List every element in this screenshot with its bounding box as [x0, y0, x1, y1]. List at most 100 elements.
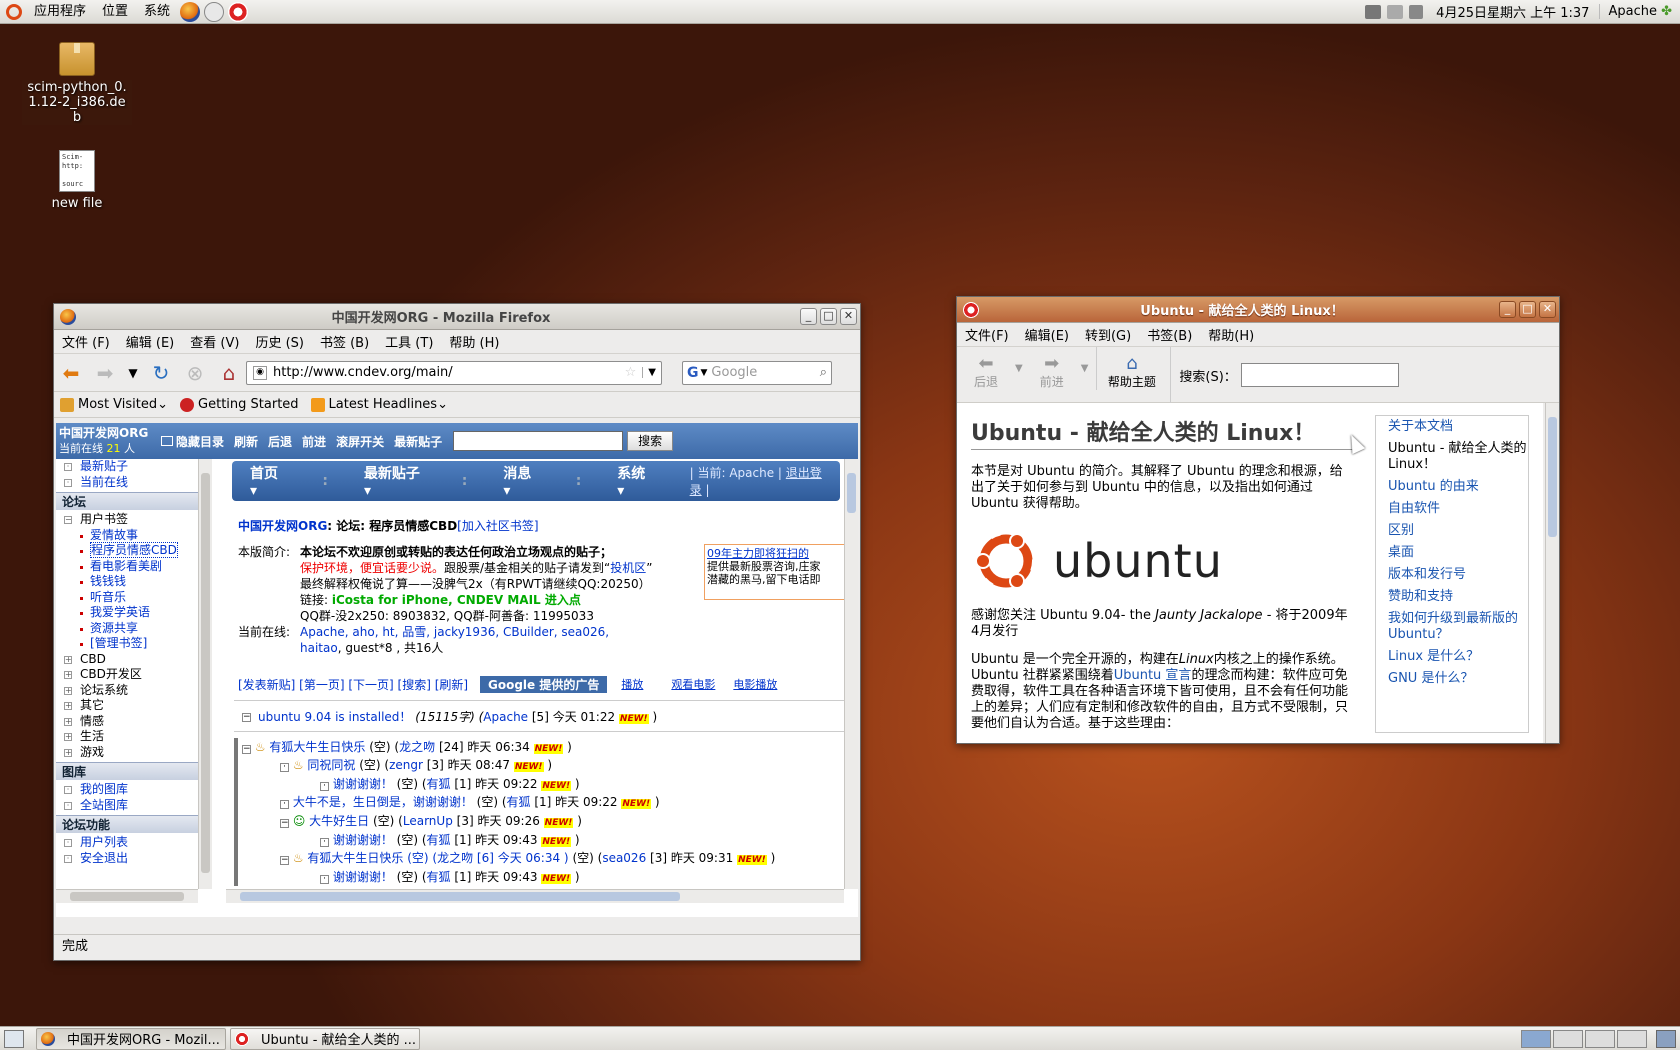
thread-author[interactable]: 有狐: [427, 777, 451, 791]
yelp-titlebar[interactable]: Ubuntu - 献给全人类的 Linux！ _ □ ✕: [957, 297, 1559, 323]
thread-title[interactable]: 有狐大牛生日快乐 (空) (龙之吻 [6] 今天 06:34 ): [307, 851, 568, 865]
toc-item[interactable]: 桌面: [1376, 542, 1528, 564]
collapse-icon[interactable]: ·: [280, 763, 289, 773]
left-nav-scrollbar[interactable]: [198, 459, 212, 889]
nav-forum-item[interactable]: + 其它: [56, 698, 198, 714]
url-dropdown-icon[interactable]: ▼: [642, 367, 661, 378]
printer-icon[interactable]: [1387, 4, 1404, 19]
nav-forum-item[interactable]: + 论坛系统: [56, 683, 198, 699]
maximize-button[interactable]: □: [1519, 301, 1536, 318]
bookmark-most-visited[interactable]: Most Visited ⌄: [54, 397, 174, 412]
reload-icon[interactable]: ↻: [149, 361, 173, 385]
forward-dropdown-icon[interactable]: ▼: [1081, 347, 1089, 374]
google-engine-icon[interactable]: G: [683, 365, 701, 381]
toc-item[interactable]: GNU 是什么？: [1376, 668, 1528, 690]
collapse-icon[interactable]: −: [64, 516, 72, 524]
collapse-icon[interactable]: −: [242, 713, 251, 722]
workspace-4[interactable]: [1617, 1029, 1647, 1048]
thread-row[interactable]: · 谢谢谢谢！ (空) (有狐 [1] 昨天 09:22 NEW! ): [242, 775, 848, 794]
online-users[interactable]: Apache, aho, ht, 品雪, jacky1936, CBuilder…: [300, 625, 609, 639]
main-frame-hscrollbar[interactable]: [226, 889, 844, 903]
scroll-toggle-link[interactable]: 滚屏开关: [331, 433, 389, 450]
thread-title[interactable]: 大牛好生日: [309, 814, 369, 828]
nav-logout[interactable]: · 安全退出: [56, 851, 198, 867]
firefox-titlebar[interactable]: 中国开发网ORG - Mozilla Firefox _ □ ✕: [54, 304, 860, 330]
scroll-thumb[interactable]: [201, 473, 210, 873]
expand-icon[interactable]: +: [64, 702, 72, 710]
thread-author[interactable]: 有狐: [507, 795, 531, 809]
hide-toc-button[interactable]: 隐藏目录: [156, 433, 229, 450]
clock[interactable]: 4月25日星期六 上午 1:37: [1426, 2, 1599, 21]
nav-bookmark-item[interactable]: 程序员情感CBD: [56, 542, 198, 559]
url-text[interactable]: http://www.cndev.org/main/: [273, 365, 619, 380]
main-frame-scrollbar[interactable]: [844, 459, 858, 889]
thread-row[interactable]: − ubuntu 9.04 is installed！ (15115字) (Apa…: [242, 708, 848, 727]
nav-bookmark-item[interactable]: 资源共享: [56, 621, 198, 637]
nav-forum-item[interactable]: + 生活: [56, 729, 198, 745]
menu-file[interactable]: 文件(F): [957, 325, 1017, 344]
intro-links[interactable]: iCosta for iPhone, CNDEV MAIL 进入点: [332, 593, 581, 607]
desktop-icon-deb[interactable]: scim-python_0.1.12-2_i386.deb: [22, 42, 132, 125]
ad-link[interactable]: 观看电影: [671, 676, 715, 692]
thread-row[interactable]: · 大牛不是，生日倒是，谢谢谢谢！ (空) (有狐 [1] 昨天 09:22 N…: [242, 793, 848, 812]
thread-row[interactable]: − ♨ 有狐大牛生日快乐 (空) (龙之吻 [24] 昨天 06:34 NEW!…: [242, 738, 848, 757]
history-dropdown-icon[interactable]: ▼: [127, 361, 139, 385]
engine-dropdown-icon[interactable]: ▼: [701, 368, 712, 378]
places-menu[interactable]: 位置: [94, 0, 136, 24]
online-users-2[interactable]: haitao: [300, 641, 338, 655]
minimize-button[interactable]: _: [1499, 301, 1516, 318]
expand-icon[interactable]: +: [64, 671, 72, 679]
help-icon[interactable]: [963, 301, 979, 318]
nav-bookmark-item[interactable]: 钱钱钱: [56, 574, 198, 590]
tab-latest[interactable]: 最新贴子 ▾: [346, 463, 444, 499]
ad-link[interactable]: 电影播放: [733, 676, 777, 692]
taskbar-item-firefox[interactable]: 中国开发网ORG - Mozil...: [36, 1027, 226, 1050]
nav-forum-item[interactable]: + 情感: [56, 714, 198, 730]
menu-go[interactable]: 转到(G): [1077, 325, 1139, 344]
maximize-button[interactable]: □: [820, 308, 837, 325]
scroll-thumb[interactable]: [1548, 417, 1557, 537]
menu-bookmarks[interactable]: 书签(B): [1139, 325, 1200, 344]
help-scrollbar[interactable]: [1545, 403, 1559, 743]
manifesto-link[interactable]: Ubuntu 宣言: [1114, 668, 1192, 683]
toc-item[interactable]: 关于本文档: [1376, 416, 1528, 438]
back-link[interactable]: 后退: [263, 433, 297, 450]
nav-online[interactable]: · 当前在线: [56, 475, 198, 491]
forward-link[interactable]: 前进: [297, 433, 331, 450]
user-switcher[interactable]: Apache ✤: [1599, 4, 1680, 19]
workspace-2[interactable]: [1553, 1029, 1583, 1048]
url-bar[interactable]: ◉ http://www.cndev.org/main/ ☆ ▼: [246, 360, 662, 385]
thread-title[interactable]: 谢谢谢谢！: [333, 833, 393, 847]
workspace-1[interactable]: [1521, 1029, 1551, 1048]
toc-item[interactable]: 赞助和支持: [1376, 586, 1528, 608]
star-icon[interactable]: ☆: [619, 365, 643, 380]
nav-bookmark-item[interactable]: 看电影看美剧: [56, 559, 198, 575]
nav-user-list[interactable]: · 用户列表: [56, 835, 198, 851]
menu-view[interactable]: 查看 (V): [182, 332, 247, 351]
ad-link[interactable]: 播放: [621, 676, 643, 692]
help-launcher-icon[interactable]: [228, 1, 249, 22]
tab-messages[interactable]: 消息 ▾: [485, 463, 557, 499]
toc-item[interactable]: Linux 是什么？: [1376, 646, 1528, 668]
nav-site-gallery[interactable]: · 全站图库: [56, 798, 198, 814]
expand-icon[interactable]: +: [64, 748, 72, 757]
nav-bookmark-item[interactable]: 我爱学英语: [56, 605, 198, 621]
forum-search-button[interactable]: 搜索: [627, 431, 674, 451]
nav-bookmark-item[interactable]: 听音乐: [56, 590, 198, 606]
expand-icon[interactable]: +: [64, 655, 72, 664]
forum-search-input[interactable]: [453, 431, 624, 451]
network-icon[interactable]: [1365, 4, 1382, 19]
thread-title[interactable]: 大牛不是，生日倒是，谢谢谢谢！: [293, 795, 473, 809]
thread-author[interactable]: 有狐: [427, 833, 451, 847]
mail-launcher-icon[interactable]: [204, 1, 225, 22]
left-nav-hscrollbar[interactable]: [56, 889, 198, 903]
ad-title[interactable]: 09年主力即将狂扫的: [707, 547, 848, 560]
collapse-icon[interactable]: −: [280, 856, 289, 866]
toc-item[interactable]: 我如何升级到最新版的 Ubuntu？: [1376, 608, 1528, 646]
nav-latest-posts[interactable]: · 最新贴子: [56, 459, 198, 475]
collapse-icon[interactable]: −: [242, 744, 251, 754]
system-menu[interactable]: 系统: [136, 0, 178, 24]
thread-row[interactable]: − ♨ 有狐大牛生日快乐 (空) (龙之吻 [6] 今天 06:34 ) (空)…: [242, 849, 848, 868]
firefox-icon[interactable]: [60, 308, 76, 325]
search-input[interactable]: [1240, 363, 1399, 387]
